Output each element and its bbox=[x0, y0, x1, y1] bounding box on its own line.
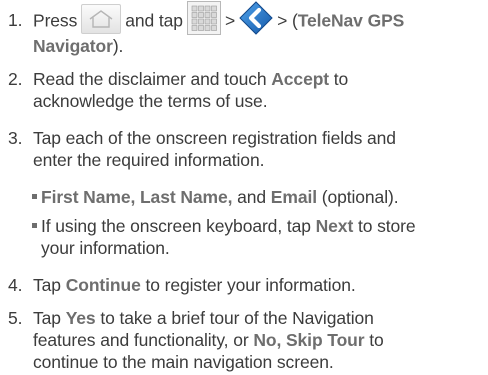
step-3: 3. Tap each of the onscreen registration… bbox=[8, 127, 484, 175]
telenav-app-icon bbox=[239, 1, 273, 35]
step-number: 1. bbox=[8, 10, 23, 30]
instruction-page: 1. Press and tap > > (TeleNav GPS Navigator… bbox=[0, 0, 488, 375]
step-number: 3. bbox=[8, 128, 23, 148]
step-text: Tap Yes to take a brief tour of the Navi… bbox=[33, 308, 384, 372]
bullet-marker bbox=[32, 223, 37, 228]
sub-bullet-1: First Name, Last Name, and Email (option… bbox=[32, 186, 482, 210]
bullet-marker bbox=[32, 194, 37, 199]
step-4: 4. Tap Continue to register your informa… bbox=[8, 274, 484, 298]
step-text: Press and tap > > (TeleNav GPS Navigator). bbox=[33, 1, 484, 57]
bullet-text: First Name, Last Name, and Email (option… bbox=[41, 187, 399, 207]
step-text: Tap each of the onscreen registration fi… bbox=[33, 128, 396, 170]
sub-bullet-2: If using the onscreen keyboard, tap Next… bbox=[32, 215, 482, 263]
step-1: 1. Press and tap > > (TeleNav GPS Navigator… bbox=[8, 1, 484, 57]
home-icon bbox=[81, 4, 122, 34]
step-text: Tap Continue to register your informatio… bbox=[33, 275, 356, 295]
step-number: 5. bbox=[8, 308, 23, 328]
step-number: 2. bbox=[8, 69, 23, 89]
step-2: 2. Read the disclaimer and touch Accept … bbox=[8, 68, 484, 116]
apps-grid-icon bbox=[186, 1, 221, 35]
bullet-text: If using the onscreen keyboard, tap Next… bbox=[41, 216, 416, 258]
step-number: 4. bbox=[8, 275, 23, 295]
step-5: 5. Tap Yes to take a brief tour of the N… bbox=[8, 307, 484, 373]
step-text: Read the disclaimer and touch Accept to … bbox=[33, 69, 349, 111]
